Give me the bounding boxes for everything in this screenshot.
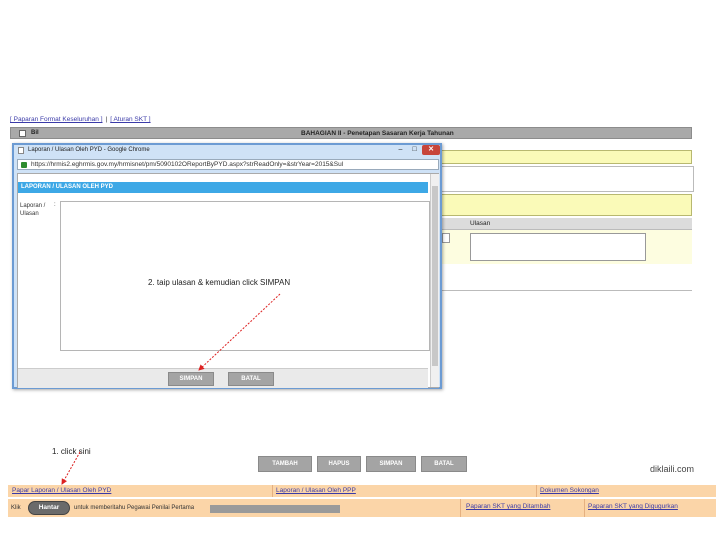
url-text: https://hrmis2.eghrmis.gov.my/hrmisnet/p… [31, 161, 344, 168]
watermark-brand: diklaili.com [650, 464, 695, 474]
hapus-button[interactable]: HAPUS [317, 456, 361, 472]
ulasan-header: Ulasan [470, 220, 491, 227]
submit-row: Klik Hantar untuk memberitahu Pegawai Pe… [8, 499, 716, 517]
scrollbar-thumb[interactable] [432, 186, 438, 366]
lock-icon [21, 162, 27, 168]
submit-message: untuk memberitahu Pegawai Penilai Pertam… [74, 505, 195, 511]
laporan-label-line1: Laporan / [20, 203, 46, 209]
label-colon: : [54, 202, 56, 208]
tambah-button[interactable]: TAMBAH [258, 456, 312, 472]
page-icon [18, 147, 24, 154]
form-header-label: LAPORAN / ULASAN OLEH PYD [21, 184, 114, 190]
ulasan-textarea[interactable] [470, 233, 646, 261]
paparan-skt-digugurkan-link[interactable]: Paparan SKT yang Digugurkan [588, 503, 678, 510]
divider [536, 485, 537, 497]
popup-batal-button[interactable]: BATAL [228, 372, 274, 386]
separator: | [105, 116, 108, 123]
arrow-step-1 [61, 451, 81, 485]
divider [460, 499, 461, 517]
background-textarea [440, 166, 694, 192]
simpan-button[interactable]: SIMPAN [366, 456, 416, 472]
annotation-step-1: 1. click sini [52, 447, 91, 456]
hantar-button[interactable]: Hantar [28, 501, 70, 515]
links-row: Papar Laporan / Ulasan Oleh PYD Laporan … [8, 485, 716, 497]
bahagian-title: BAHAGIAN II - Penetapan Sasaran Kerja Ta… [301, 130, 454, 137]
scrollbar[interactable] [430, 174, 439, 387]
ulasan-row [440, 230, 692, 264]
row-input[interactable] [442, 233, 450, 243]
divider [440, 290, 692, 291]
select-all-checkbox[interactable] [19, 130, 26, 137]
top-links: [ Paparan Format Keseluruhan ] |[ Aturan … [10, 116, 151, 123]
laporan-textarea[interactable] [60, 201, 430, 351]
batal-button[interactable]: BATAL [421, 456, 467, 472]
dokumen-sokongan-link[interactable]: Dokumen Sokongan [540, 487, 599, 494]
maximize-button[interactable]: □ [408, 145, 421, 155]
form-header: LAPORAN / ULASAN OLEH PYD [18, 182, 428, 193]
popup-content: LAPORAN / ULASAN OLEH PYD Laporan / Ulas… [17, 173, 439, 388]
background-yellow-row [440, 150, 692, 164]
ulasan-header-row: Ulasan [440, 218, 692, 230]
popup-title: Laporan / Ulasan Oleh PYD - Google Chrom… [28, 147, 150, 153]
popup-titlebar: Laporan / Ulasan Oleh PYD - Google Chrom… [14, 145, 440, 157]
minimize-button[interactable]: – [394, 145, 407, 155]
close-button[interactable]: ✕ [422, 145, 440, 155]
divider [272, 485, 273, 497]
redacted-name [210, 505, 340, 513]
divider [584, 499, 585, 517]
klik-label: Klik [11, 505, 21, 511]
table-header-bar: Bil BAHAGIAN II - Penetapan Sasaran Kerj… [10, 127, 692, 139]
popup-footer: SIMPAN BATAL [18, 368, 428, 388]
annotation-step-2: 2. taip ulasan & kemudian click SIMPAN [148, 278, 291, 287]
paparan-skt-ditambah-link[interactable]: Paparan SKT yang Ditambah [466, 503, 550, 510]
aturan-skt-link[interactable]: [ Aturan SKT ] [110, 116, 150, 123]
bil-header: Bil [31, 130, 39, 136]
popup-window: Laporan / Ulasan Oleh PYD - Google Chrom… [12, 143, 442, 389]
laporan-ppp-link[interactable]: Laporan / Ulasan Oleh PPP [276, 487, 356, 494]
papar-laporan-link[interactable]: Papar Laporan / Ulasan Oleh PYD [12, 487, 111, 494]
paparan-format-link[interactable]: [ Paparan Format Keseluruhan ] [10, 116, 103, 123]
laporan-label: Laporan / Ulasan [20, 202, 45, 218]
popup-simpan-button[interactable]: SIMPAN [168, 372, 214, 386]
background-yellow-row-2 [440, 194, 692, 216]
laporan-label-line2: Ulasan [20, 211, 39, 217]
address-bar[interactable]: https://hrmis2.eghrmis.gov.my/hrmisnet/p… [17, 159, 439, 170]
